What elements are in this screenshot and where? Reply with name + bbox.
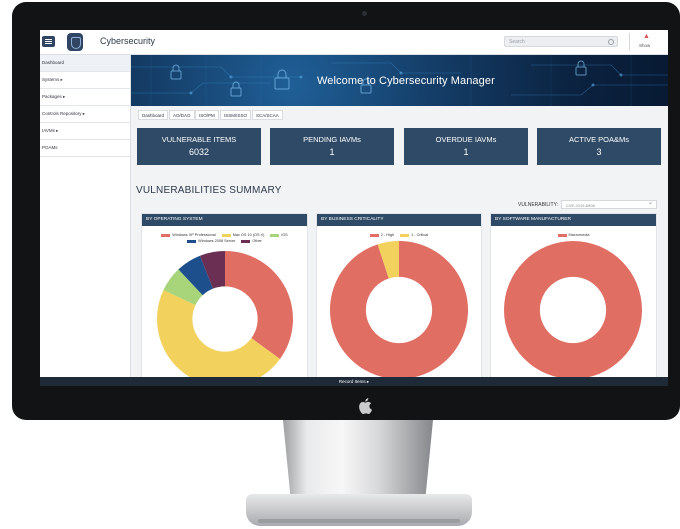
legend-item[interactable]: Windows 2008 Server <box>187 238 235 244</box>
sidebar-item-iavms[interactable]: IAVMs ▸ <box>40 123 130 140</box>
sidebar-item-systems[interactable]: Systems ▸ <box>40 72 130 89</box>
card-pending-iavms[interactable]: PENDING IAVMs 1 <box>270 128 394 165</box>
panel-by-operating-system: BY OPERATING SYSTEM Windows XP Professio… <box>141 213 308 380</box>
show-button[interactable]: Show <box>639 43 650 48</box>
legend-label: Mac OS 10 (OS X) <box>232 233 265 237</box>
panel-title: BY SOFTWARE MANUFACTURER <box>491 214 656 226</box>
legend-label: 1 - Critical <box>411 233 429 237</box>
legend-swatch <box>187 239 197 243</box>
search-input[interactable]: Search <box>504 36 618 47</box>
search-placeholder: Search <box>509 39 525 45</box>
tab-sca-scaa[interactable]: SCA/SCAA <box>252 110 283 120</box>
legend-label: Other <box>252 239 262 243</box>
camera-icon <box>362 11 367 16</box>
bottom-bar[interactable]: Record Items ▸ <box>40 377 668 386</box>
donut-slice[interactable] <box>225 251 293 359</box>
card-value: 1 <box>329 147 335 157</box>
card-title: VULNERABLE ITEMS <box>161 135 237 144</box>
legend-item[interactable]: iOS <box>270 232 288 238</box>
vulnerability-filter-label: VULNERABILITY: <box>518 202 559 208</box>
alert-icon[interactable]: ▲ <box>643 33 650 40</box>
legend-swatch <box>221 233 231 237</box>
tab-dashboard[interactable]: Dashboard <box>138 110 169 120</box>
sidebar-item-controls-repository[interactable]: Controls Repository ▸ <box>40 106 130 123</box>
legend-item[interactable]: Other <box>241 238 262 244</box>
shield-logo-icon <box>67 33 83 51</box>
sidebar: Dashboard Systems ▸ Packages ▸ Controls … <box>40 55 131 377</box>
card-overdue-iavms[interactable]: OVERDUE IAVMs 1 <box>404 128 528 165</box>
legend-label: Windows XP Professional <box>172 233 216 237</box>
tab-iso-pm[interactable]: ISO/PM <box>195 110 219 120</box>
donut-slice[interactable] <box>504 241 642 379</box>
card-value: 3 <box>596 147 602 157</box>
panel-by-business-criticality: BY BUSINESS CRITICALITY 2 - High 1 - Crit… <box>316 213 482 380</box>
criticality-donut-chart <box>330 241 468 379</box>
legend-label: Macromedia <box>568 233 590 237</box>
card-value: 6032 <box>188 147 210 157</box>
chart-legend: 2 - High 1 - Critical <box>317 232 481 238</box>
legend-swatch <box>557 233 567 237</box>
card-title: OVERDUE IAVMs <box>435 135 497 144</box>
panel-title: BY BUSINESS CRITICALITY <box>317 214 481 226</box>
chart-legend: Windows XP Professional Mac OS 10 (OS X) i… <box>142 232 307 244</box>
card-title: ACTIVE POA&Ms <box>568 135 629 144</box>
banner-title: Welcome to Cybersecurity Manager <box>317 75 495 87</box>
welcome-banner: Welcome to Cybersecurity Manager <box>131 55 668 106</box>
screen: Cybersecurity Search ▲ Show Dashboard Sy… <box>40 30 668 386</box>
vulnerability-select[interactable]: CVE-2015-6908 <box>561 199 657 209</box>
chart-legend: Macromedia <box>491 232 656 238</box>
legend-item[interactable]: Macromedia <box>557 232 590 238</box>
card-vulnerable-items[interactable]: VULNERABLE ITEMS 6032 <box>137 128 261 165</box>
legend-item[interactable]: 1 - Critical <box>400 232 428 238</box>
sidebar-item-dashboard[interactable]: Dashboard <box>40 55 130 72</box>
panel-by-software-manufacturer: BY SOFTWARE MANUFACTURER Macromedia <box>490 213 657 380</box>
hamburger-menu-icon[interactable] <box>42 36 55 47</box>
legend-label: iOS <box>281 233 288 237</box>
search-icon[interactable] <box>608 39 614 45</box>
monitor-stand-base <box>246 494 472 526</box>
card-value: 1 <box>463 147 469 157</box>
legend-swatch <box>400 233 410 237</box>
legend-item[interactable]: 2 - High <box>369 232 395 238</box>
panel-title: BY OPERATING SYSTEM <box>142 214 307 226</box>
legend-label: 2 - High <box>380 233 395 237</box>
manufacturer-donut-chart <box>504 241 642 379</box>
legend-label: Windows 2008 Server <box>198 239 236 243</box>
monitor-stand-neck <box>282 418 434 500</box>
apple-logo-icon <box>359 398 372 414</box>
tab-ao-dao[interactable]: AO/DAO <box>169 110 195 120</box>
sidebar-item-poams[interactable]: POAMs <box>40 140 130 157</box>
card-active-poams[interactable]: ACTIVE POA&Ms 3 <box>537 128 661 165</box>
tab-issm-isso[interactable]: ISSM/ISSO <box>220 110 252 120</box>
legend-swatch <box>270 233 280 237</box>
card-title: PENDING IAVMs <box>303 135 361 144</box>
os-donut-chart <box>157 251 293 379</box>
app-title: Cybersecurity <box>100 36 156 46</box>
summary-title: VULNERABILITIES SUMMARY <box>136 185 282 196</box>
legend-swatch <box>161 233 171 237</box>
legend-swatch <box>241 239 251 243</box>
top-bar: Cybersecurity Search ▲ Show <box>40 30 668 55</box>
legend-swatch <box>369 233 379 237</box>
header-divider <box>629 33 630 51</box>
sidebar-item-packages[interactable]: Packages ▸ <box>40 89 130 106</box>
